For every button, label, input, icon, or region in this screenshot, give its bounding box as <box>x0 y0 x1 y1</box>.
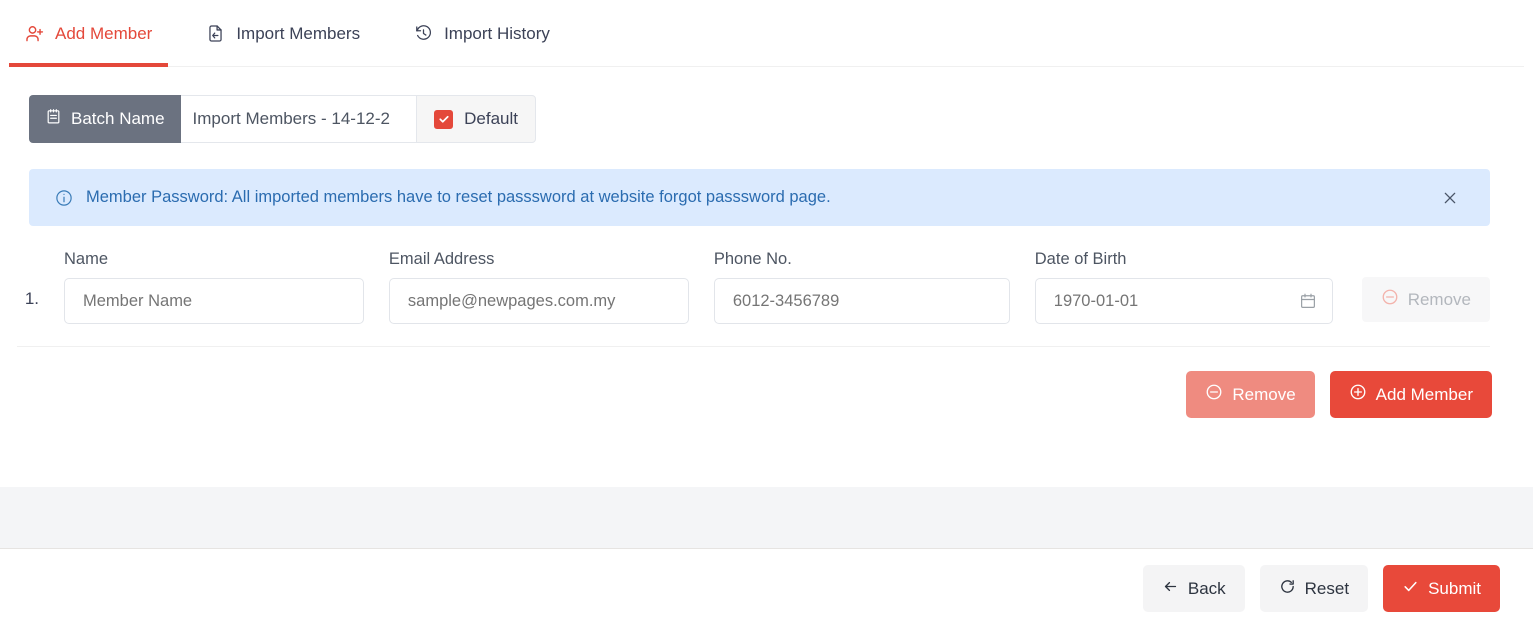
alert-message: Member Password: All imported members ha… <box>86 188 831 206</box>
default-checkbox-label: Default <box>464 109 518 128</box>
field-label-email: Email Address <box>388 250 495 268</box>
remove-button[interactable]: Remove <box>1186 371 1315 418</box>
batch-name-label: Batch Name <box>29 95 181 143</box>
reset-button[interactable]: Reset <box>1259 565 1369 612</box>
default-checkbox[interactable] <box>434 109 454 129</box>
table-row: 1. Name Email Address Phone No. Date of … <box>17 250 1490 347</box>
user-plus-icon <box>25 24 44 43</box>
tab-label: Import History <box>444 23 550 43</box>
clock-history-icon <box>414 24 433 43</box>
field-label-dob: Date of Birth <box>1034 250 1127 268</box>
member-rows: 1. Name Email Address Phone No. Date of … <box>0 250 1533 347</box>
row-action-buttons: Remove Add Member <box>0 347 1533 418</box>
batch-name-label-text: Batch Name <box>71 109 165 128</box>
arrow-left-icon <box>1162 578 1179 600</box>
reset-button-label: Reset <box>1304 578 1350 598</box>
submit-button-label: Submit <box>1428 578 1481 598</box>
member-password-alert: Member Password: All imported members ha… <box>29 169 1490 226</box>
section-separator-band <box>0 487 1533 549</box>
row-remove-button[interactable]: Remove <box>1361 277 1490 322</box>
batch-name-input[interactable] <box>180 95 417 143</box>
tab-import-history[interactable]: Import History <box>398 0 566 67</box>
back-button-label: Back <box>1187 578 1226 598</box>
footer-action-bar: Back Reset Submit <box>0 549 1533 628</box>
date-input-wrapper <box>1034 278 1333 324</box>
field-email: Email Address <box>388 250 689 324</box>
tab-label: Add Member <box>55 23 153 43</box>
tab-import-members[interactable]: Import Members <box>190 0 376 67</box>
field-label-phone: Phone No. <box>713 250 792 268</box>
field-name: Name <box>64 250 364 324</box>
batch-name-group: Batch Name Default <box>29 95 536 143</box>
default-checkbox-group[interactable]: Default <box>416 95 536 143</box>
field-label-name: Name <box>64 250 109 268</box>
submit-button[interactable]: Submit <box>1383 565 1500 612</box>
refresh-icon <box>1279 578 1296 600</box>
file-import-icon <box>206 24 225 43</box>
phone-input[interactable] <box>713 278 1010 324</box>
minus-circle-icon <box>1381 288 1399 311</box>
plus-circle-icon <box>1349 383 1367 406</box>
email-input[interactable] <box>388 278 689 324</box>
notebook-icon <box>45 108 62 130</box>
close-icon[interactable] <box>1435 183 1465 213</box>
check-icon <box>1402 578 1419 600</box>
field-date-of-birth: Date of Birth <box>1034 250 1333 324</box>
tab-list: Add Member Import Members Import History <box>9 0 1524 67</box>
tab-label: Import Members <box>236 23 361 43</box>
info-circle-icon <box>55 189 73 207</box>
date-of-birth-input[interactable] <box>1034 278 1333 324</box>
tab-bar: Add Member Import Members Import History <box>0 0 1533 67</box>
remove-button-label: Remove <box>1232 384 1296 404</box>
add-member-button[interactable]: Add Member <box>1329 371 1492 418</box>
field-phone: Phone No. <box>713 250 1010 324</box>
back-button[interactable]: Back <box>1142 565 1245 612</box>
minus-circle-icon <box>1205 383 1223 406</box>
name-input[interactable] <box>64 278 364 324</box>
tab-add-member[interactable]: Add Member <box>9 0 169 67</box>
add-member-button-label: Add Member <box>1375 384 1473 404</box>
row-remove-label: Remove <box>1407 289 1471 309</box>
row-index: 1. <box>24 289 39 308</box>
